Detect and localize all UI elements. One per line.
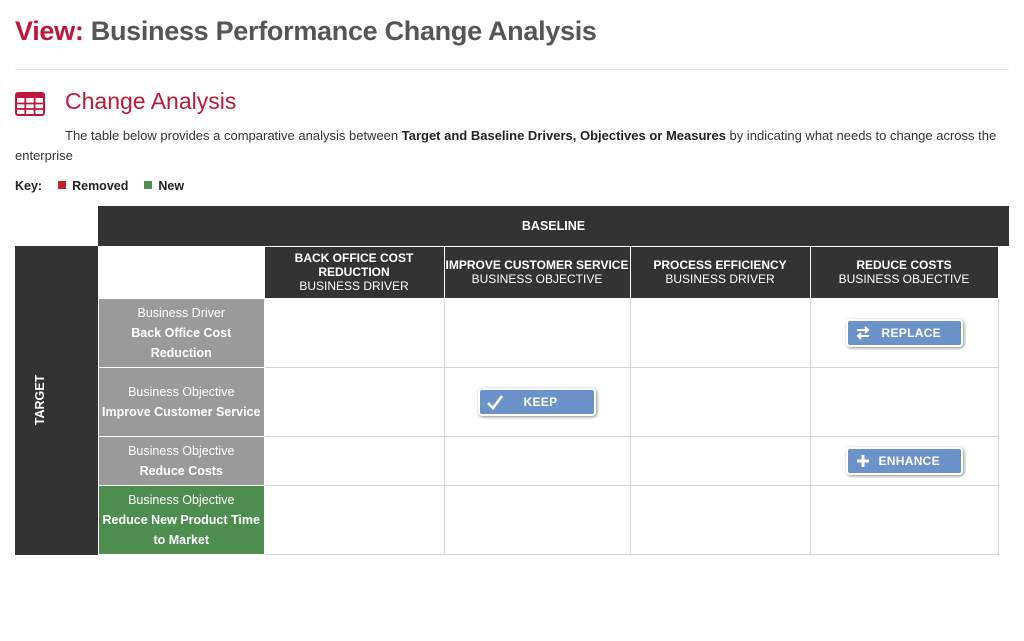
- row-header[interactable]: Business Driver Back Office Cost Reductio…: [98, 297, 265, 368]
- target-header: [15, 246, 98, 555]
- matrix-cell: [263, 435, 445, 486]
- matrix-cell: [263, 297, 445, 368]
- column-header: PROCESS EFFICIENCY BUSINESS DRIVER: [629, 247, 811, 299]
- swap-arrows-icon: [854, 321, 872, 345]
- keep-button[interactable]: KEEP: [477, 387, 596, 416]
- section-description: The table below provides a comparative a…: [15, 126, 1007, 166]
- row-kind: Business Objective: [128, 492, 235, 507]
- matrix-cell: [263, 366, 445, 437]
- column-title: BACK OFFICE COST REDUCTION: [294, 251, 414, 280]
- matrix-cell: [443, 297, 631, 368]
- column-subtitle: BUSINESS DRIVER: [299, 279, 409, 294]
- keep-label: KEEP: [523, 394, 558, 409]
- column-subtitle: BUSINESS OBJECTIVE: [838, 272, 970, 287]
- removed-swatch: [58, 181, 67, 189]
- row-kind: Business Objective: [128, 384, 235, 399]
- enhance-button[interactable]: ENHANCE: [845, 446, 963, 475]
- row-header-new[interactable]: Business Objective Reduce New Product Tim…: [98, 484, 265, 555]
- matrix-cell: [443, 484, 631, 555]
- column-title: IMPROVE CUSTOMER SERVICE: [445, 258, 629, 273]
- column-subtitle: BUSINESS DRIVER: [665, 272, 775, 287]
- column-header: BACK OFFICE COST REDUCTION BUSINESS DRIVE…: [263, 247, 445, 299]
- column-subtitle: BUSINESS OBJECTIVE: [471, 272, 603, 287]
- key-removed-label: Removed: [72, 179, 129, 193]
- matrix-cell: [629, 484, 811, 555]
- description-emphasis: Target and Baseline Drivers, Objectives …: [401, 128, 726, 143]
- matrix-corner: [98, 247, 264, 298]
- row-header[interactable]: Business Objective Reduce Costs: [98, 435, 265, 486]
- table-row: Business Objective Reduce Costs ENHANCE: [98, 435, 999, 486]
- table-row: Business Driver Back Office Cost Reductio…: [98, 297, 999, 368]
- page-title: View: Business Performance Change Analys…: [15, 16, 597, 47]
- plus-icon: [854, 449, 872, 473]
- matrix-cell: KEEP: [443, 366, 631, 437]
- row-kind: Business Driver: [137, 305, 226, 320]
- row-name: Improve Customer Service: [102, 404, 261, 419]
- matrix-cell: [809, 484, 999, 555]
- baseline-header: BASELINE: [98, 206, 1009, 246]
- matrix-cell: [443, 435, 631, 486]
- column-title: REDUCE COSTS: [856, 258, 952, 273]
- column-title: PROCESS EFFICIENCY: [653, 258, 787, 273]
- column-header: REDUCE COSTS BUSINESS OBJECTIVE: [809, 247, 999, 299]
- table-icon: [15, 92, 45, 116]
- matrix-cell: [263, 484, 445, 555]
- view-prefix: View:: [15, 16, 84, 46]
- table-row: Business Objective Reduce New Product Tim…: [98, 484, 999, 555]
- key-label: Key:: [15, 179, 43, 193]
- column-header-row: BACK OFFICE COST REDUCTION BUSINESS DRIVE…: [98, 247, 999, 299]
- table-row: Business Objective Improve Customer Servi…: [98, 366, 999, 437]
- matrix-cell: REPLACE: [809, 297, 999, 368]
- matrix-cell: [629, 366, 811, 437]
- row-name: Reduce Costs: [139, 463, 223, 478]
- matrix-cell: ENHANCE: [809, 435, 999, 486]
- matrix-cell: [629, 435, 811, 486]
- row-name: Back Office Cost Reduction: [131, 325, 232, 360]
- section-title: Change Analysis: [65, 88, 237, 114]
- enhance-label: ENHANCE: [878, 453, 940, 468]
- row-header[interactable]: Business Objective Improve Customer Servi…: [98, 366, 265, 437]
- column-header: IMPROVE CUSTOMER SERVICE BUSINESS OBJECTI…: [443, 247, 631, 299]
- header-divider: [15, 69, 1009, 70]
- legend-key: Key: Removed New: [15, 179, 184, 193]
- new-swatch: [144, 181, 153, 189]
- row-kind: Business Objective: [128, 443, 235, 458]
- key-new-label: New: [158, 179, 185, 193]
- description-text: The table below provides a comparative a…: [65, 128, 402, 143]
- replace-label: REPLACE: [881, 325, 941, 340]
- replace-button[interactable]: REPLACE: [845, 318, 963, 347]
- row-name: Reduce New Product Time to Market: [102, 512, 260, 547]
- matrix-cell: [629, 297, 811, 368]
- view-title: Business Performance Change Analysis: [90, 16, 597, 46]
- matrix-cell: [809, 366, 999, 437]
- target-label-text: TARGET: [33, 374, 47, 426]
- change-matrix: BACK OFFICE COST REDUCTION BUSINESS DRIVE…: [98, 247, 999, 555]
- check-icon: [486, 390, 504, 414]
